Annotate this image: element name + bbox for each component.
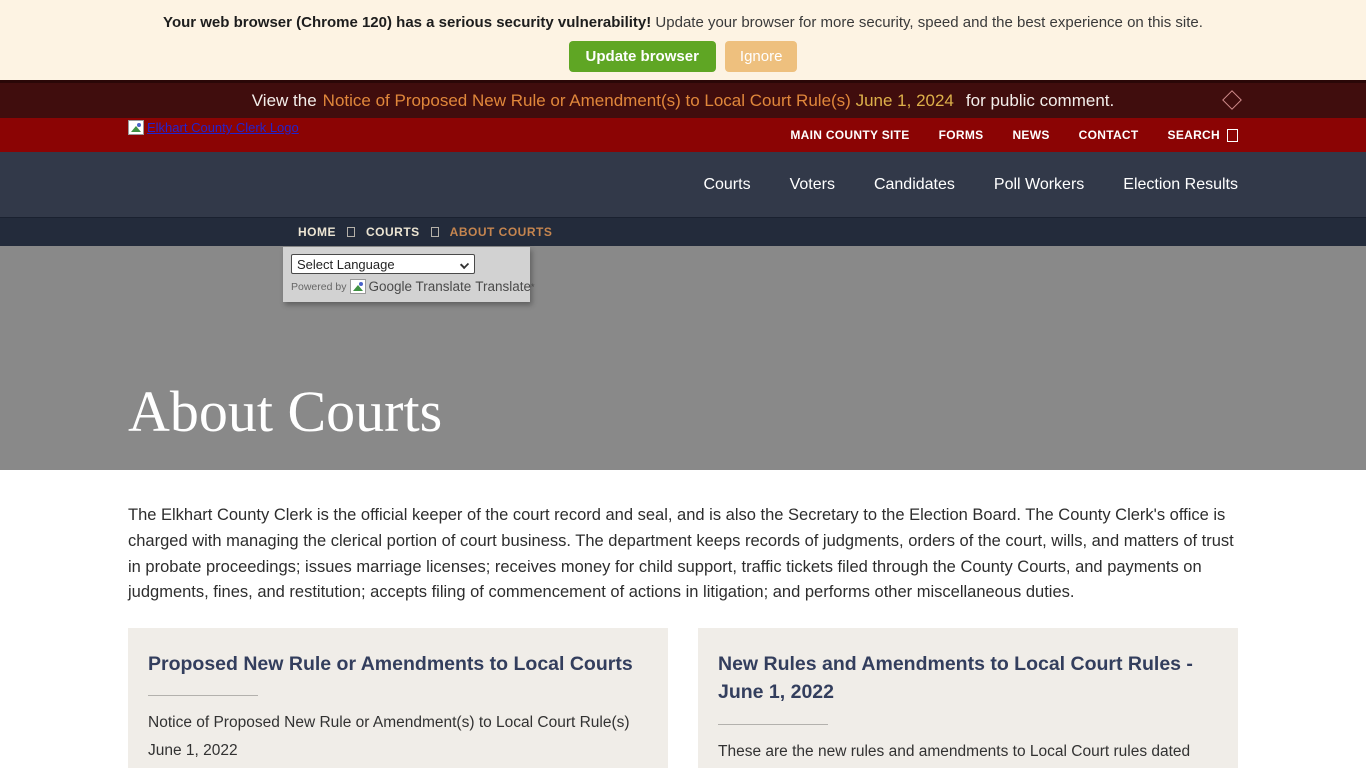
nav-voters[interactable]: Voters (790, 176, 835, 194)
card-title-link[interactable]: Proposed New Rule or Amendments to Local… (148, 650, 648, 678)
card-body-text: Notice of Proposed New Rule or Amendment… (148, 709, 648, 763)
breadcrumb-home[interactable]: HOME (298, 225, 336, 239)
card-divider (148, 695, 258, 696)
site-header: Elkhart County Clerk Logo MAIN COUNTY SI… (0, 118, 1366, 152)
main-content: The Elkhart County Clerk is the official… (0, 470, 1366, 768)
page-title: About Courts (128, 378, 442, 445)
card-divider (718, 724, 828, 725)
notice-bar: View the Notice of Proposed New Rule or … (0, 80, 1366, 118)
breadcrumb-courts[interactable]: COURTS (366, 225, 420, 239)
card-list: Proposed New Rule or Amendments to Local… (128, 628, 1238, 768)
notice-suffix: for public comment. (966, 91, 1114, 111)
language-select[interactable]: Select Language (291, 254, 475, 274)
notice-link-date: June 1, 2024 (856, 91, 954, 110)
powered-by-label: Powered by (291, 281, 346, 293)
broken-image-icon (128, 120, 144, 135)
nav-poll-workers[interactable]: Poll Workers (994, 176, 1084, 194)
main-nav: Courts Voters Candidates Poll Workers El… (0, 152, 1366, 218)
hero-section: Select Language Powered by Google Transl… (0, 246, 1366, 470)
nav-forms[interactable]: FORMS (939, 128, 984, 142)
card-title-link[interactable]: New Rules and Amendments to Local Court … (718, 650, 1218, 707)
update-browser-button[interactable]: Update browser (569, 41, 716, 72)
breadcrumb-separator-icon (431, 227, 439, 237)
nav-news[interactable]: NEWS (1012, 128, 1049, 142)
browser-warning-text: Your web browser (Chrome 120) has a seri… (0, 14, 1366, 31)
breadcrumb-separator-icon (347, 227, 355, 237)
search-icon (1227, 129, 1238, 142)
nav-candidates[interactable]: Candidates (874, 176, 955, 194)
google-translate-widget: Select Language Powered by Google Transl… (283, 247, 530, 302)
browser-warning-rest: Update your browser for more security, s… (651, 14, 1203, 31)
nav-search[interactable]: SEARCH (1168, 128, 1238, 142)
google-translate-broken-image-icon (350, 279, 366, 294)
diamond-icon (1222, 90, 1242, 110)
card-body-text: These are the new rules and amendments t… (718, 738, 1218, 768)
logo-alt-text: Elkhart County Clerk Logo (147, 120, 299, 135)
site-logo-link[interactable]: Elkhart County Clerk Logo (128, 120, 299, 135)
nav-courts[interactable]: Courts (703, 176, 750, 194)
notice-link[interactable]: Notice of Proposed New Rule or Amendment… (323, 91, 954, 111)
nav-contact[interactable]: CONTACT (1079, 128, 1139, 142)
browser-warning-bold: Your web browser (Chrome 120) has a seri… (163, 14, 651, 31)
google-translate-alt-text: Google Translate (368, 279, 471, 294)
notice-prefix: View the (252, 91, 317, 111)
breadcrumb: HOME COURTS ABOUT COURTS (0, 218, 1366, 246)
card-proposed-rules: Proposed New Rule or Amendments to Local… (128, 628, 668, 768)
breadcrumb-about-courts: ABOUT COURTS (450, 225, 553, 239)
browser-warning-banner: Your web browser (Chrome 120) has a seri… (0, 0, 1366, 80)
utility-nav: MAIN COUNTY SITE FORMS NEWS CONTACT SEAR… (790, 128, 1238, 142)
nav-main-county-site[interactable]: MAIN COUNTY SITE (790, 128, 909, 142)
intro-paragraph: The Elkhart County Clerk is the official… (128, 503, 1238, 606)
translate-superscript: * (531, 282, 535, 292)
ignore-button[interactable]: Ignore (725, 41, 798, 72)
card-new-rules: New Rules and Amendments to Local Court … (698, 628, 1238, 768)
nav-election-results[interactable]: Election Results (1123, 176, 1238, 194)
translate-label: Translate (475, 279, 531, 294)
